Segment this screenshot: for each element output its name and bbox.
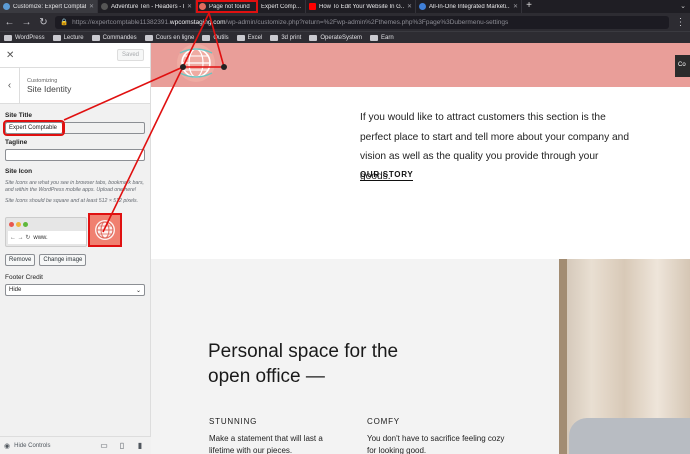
folder-icon	[52, 34, 61, 41]
folder-icon	[91, 34, 100, 41]
bookmark-cours-en-ligne[interactable]: Cours en ligne	[144, 34, 194, 41]
hide-controls-icon[interactable]: ◉	[4, 442, 10, 450]
section-title: Site Identity	[27, 83, 72, 94]
globe-logo-icon	[95, 220, 115, 240]
customizer-header: ✕ Saved	[0, 43, 150, 68]
site-icon-thumbnail[interactable]	[88, 213, 122, 247]
folder-icon	[202, 34, 211, 41]
feature-section: Personal space for the open office — STU…	[151, 259, 690, 454]
back-arrow-icon[interactable]: ←	[4, 17, 15, 28]
site-favicon-icon	[199, 3, 206, 10]
back-chevron-icon[interactable]: ‹	[0, 67, 20, 104]
tab-youtube[interactable]: How To Edit Your Website In G... ✕	[306, 0, 416, 13]
tab-label: Expert Comp...	[261, 3, 302, 10]
site-icon-preview: ← → ↻ www.	[5, 213, 145, 247]
customizer-sidebar: ✕ Saved ‹ Customizing Site Identity Site…	[0, 43, 151, 454]
tab-page-not-found[interactable]: Page not found	[196, 0, 258, 13]
header-band	[151, 43, 690, 87]
mini-url-bar: ← → ↻ www.	[8, 231, 86, 244]
tab-adventure-ten[interactable]: Adventure Ten - Headers - Pro ✕	[98, 0, 196, 13]
wordpress-favicon-icon	[3, 3, 10, 10]
site-icon-label: Site Icon	[5, 168, 33, 175]
site-icon-size-note: Site Icons should be square and at least…	[5, 198, 139, 204]
site-favicon-icon	[419, 3, 426, 10]
footer-credit-select[interactable]: Hide ⌄	[5, 284, 145, 296]
close-icon[interactable]: ✕	[89, 3, 94, 10]
tab-label: Customize: Expert Comptable	[13, 3, 86, 10]
close-icon[interactable]: ✕	[187, 3, 192, 10]
folder-icon	[370, 34, 379, 41]
footer-credit-label: Footer Credit	[5, 274, 43, 281]
url-prefix: https://expertcomptable11382391.	[72, 18, 170, 26]
site-icon-description: Site Icons are what you see in browser t…	[5, 180, 144, 193]
bookmark-operatesystem[interactable]: OperateSystem	[309, 34, 362, 41]
bookmark-excel[interactable]: Excel	[236, 34, 262, 41]
url-domain: wpcomstaging.com	[169, 18, 226, 26]
feature-text-stunning: Make a statement that will last a lifeti…	[209, 434, 323, 454]
url-path: /wp-admin/customize.php?return=%2Fwp-adm…	[225, 18, 509, 26]
bookmark-wordpress[interactable]: WordPress	[4, 34, 45, 41]
folder-icon	[144, 34, 153, 41]
tab-label: All-In-One Integrated Marketi...	[429, 3, 510, 10]
tab-customize[interactable]: Customize: Expert Comptable ✕	[0, 0, 98, 13]
tab-label: Adventure Ten - Headers - Pro	[111, 3, 184, 10]
site-logo-icon[interactable]	[166, 43, 226, 87]
close-icon[interactable]: ✕	[513, 3, 518, 10]
tab-list-chevron-icon[interactable]: ⌄	[676, 0, 690, 13]
desktop-preview-icon[interactable]: ▭	[97, 441, 111, 450]
mobile-preview-icon[interactable]: ▮	[133, 441, 147, 450]
folder-icon	[309, 34, 318, 41]
close-icon[interactable]: ✕	[6, 50, 14, 61]
office-photo	[559, 259, 690, 454]
tablet-preview-icon[interactable]: ▯	[115, 441, 129, 450]
lock-icon: 🔒	[60, 19, 69, 26]
change-image-button[interactable]: Change image	[39, 254, 87, 266]
bookmark-3d-print[interactable]: 3d print	[270, 34, 301, 41]
folder-icon	[236, 34, 245, 41]
feature-heading-comfy: COMFY	[367, 417, 400, 426]
feature-heading-stunning: STUNNING	[209, 417, 258, 426]
extensions-icon[interactable]: ⋮	[675, 17, 686, 28]
bookmark-commandes[interactable]: Commandes	[91, 34, 137, 41]
address-bar[interactable]: 🔒 https://expertcomptable11382391.wpcoms…	[55, 15, 669, 29]
site-favicon-icon	[101, 3, 108, 10]
tab-label: How To Edit Your Website In G...	[319, 3, 404, 10]
new-tab-icon[interactable]: +	[522, 0, 536, 13]
tagline-label: Tagline	[5, 139, 28, 146]
youtube-icon	[309, 3, 316, 10]
tab-label: Page not found	[209, 3, 250, 10]
tab-all-in-one[interactable]: All-In-One Integrated Marketi... ✕	[416, 0, 522, 13]
reload-icon[interactable]: ↻	[38, 17, 49, 28]
site-preview: Co If you would like to attract customer…	[151, 43, 690, 454]
browser-toolbar: ← → ↻ 🔒 https://expertcomptable11382391.…	[0, 13, 690, 31]
chevron-down-icon: ⌄	[135, 288, 141, 294]
contact-button[interactable]: Co	[675, 55, 690, 77]
remove-icon-button[interactable]: Remove	[5, 254, 36, 266]
our-story-link[interactable]: OUR STORY	[360, 170, 414, 181]
tab-expert-comptable[interactable]: Expert Comp...	[258, 0, 306, 13]
bookmarks-bar: WordPress Lecture Commandes Cours en lig…	[0, 31, 690, 43]
site-title-label: Site Title	[5, 112, 32, 119]
saved-button[interactable]: Saved	[116, 49, 144, 61]
folder-icon	[4, 34, 12, 41]
mini-browser-preview: ← → ↻ www.	[5, 217, 87, 247]
close-icon[interactable]: ✕	[407, 3, 412, 10]
customizer-footer: ◉ Hide Controls ▭ ▯ ▮	[0, 436, 151, 454]
bookmark-outils[interactable]: Outils	[202, 34, 229, 41]
folder-icon	[270, 34, 279, 41]
browser-tab-bar: Customize: Expert Comptable ✕ Adventure …	[0, 0, 690, 13]
feature-text-comfy: You don't have to sacrifice feeling cozy…	[367, 434, 505, 454]
forward-arrow-icon[interactable]: →	[21, 17, 32, 28]
feature-title: Personal space for the open office —	[208, 341, 399, 387]
bookmark-earn[interactable]: Earn	[370, 34, 394, 41]
section-header: ‹ Customizing Site Identity	[0, 67, 150, 104]
tagline-input[interactable]	[5, 149, 145, 161]
bookmark-lecture[interactable]: Lecture	[52, 34, 84, 41]
hide-controls-button[interactable]: Hide Controls	[14, 443, 93, 449]
